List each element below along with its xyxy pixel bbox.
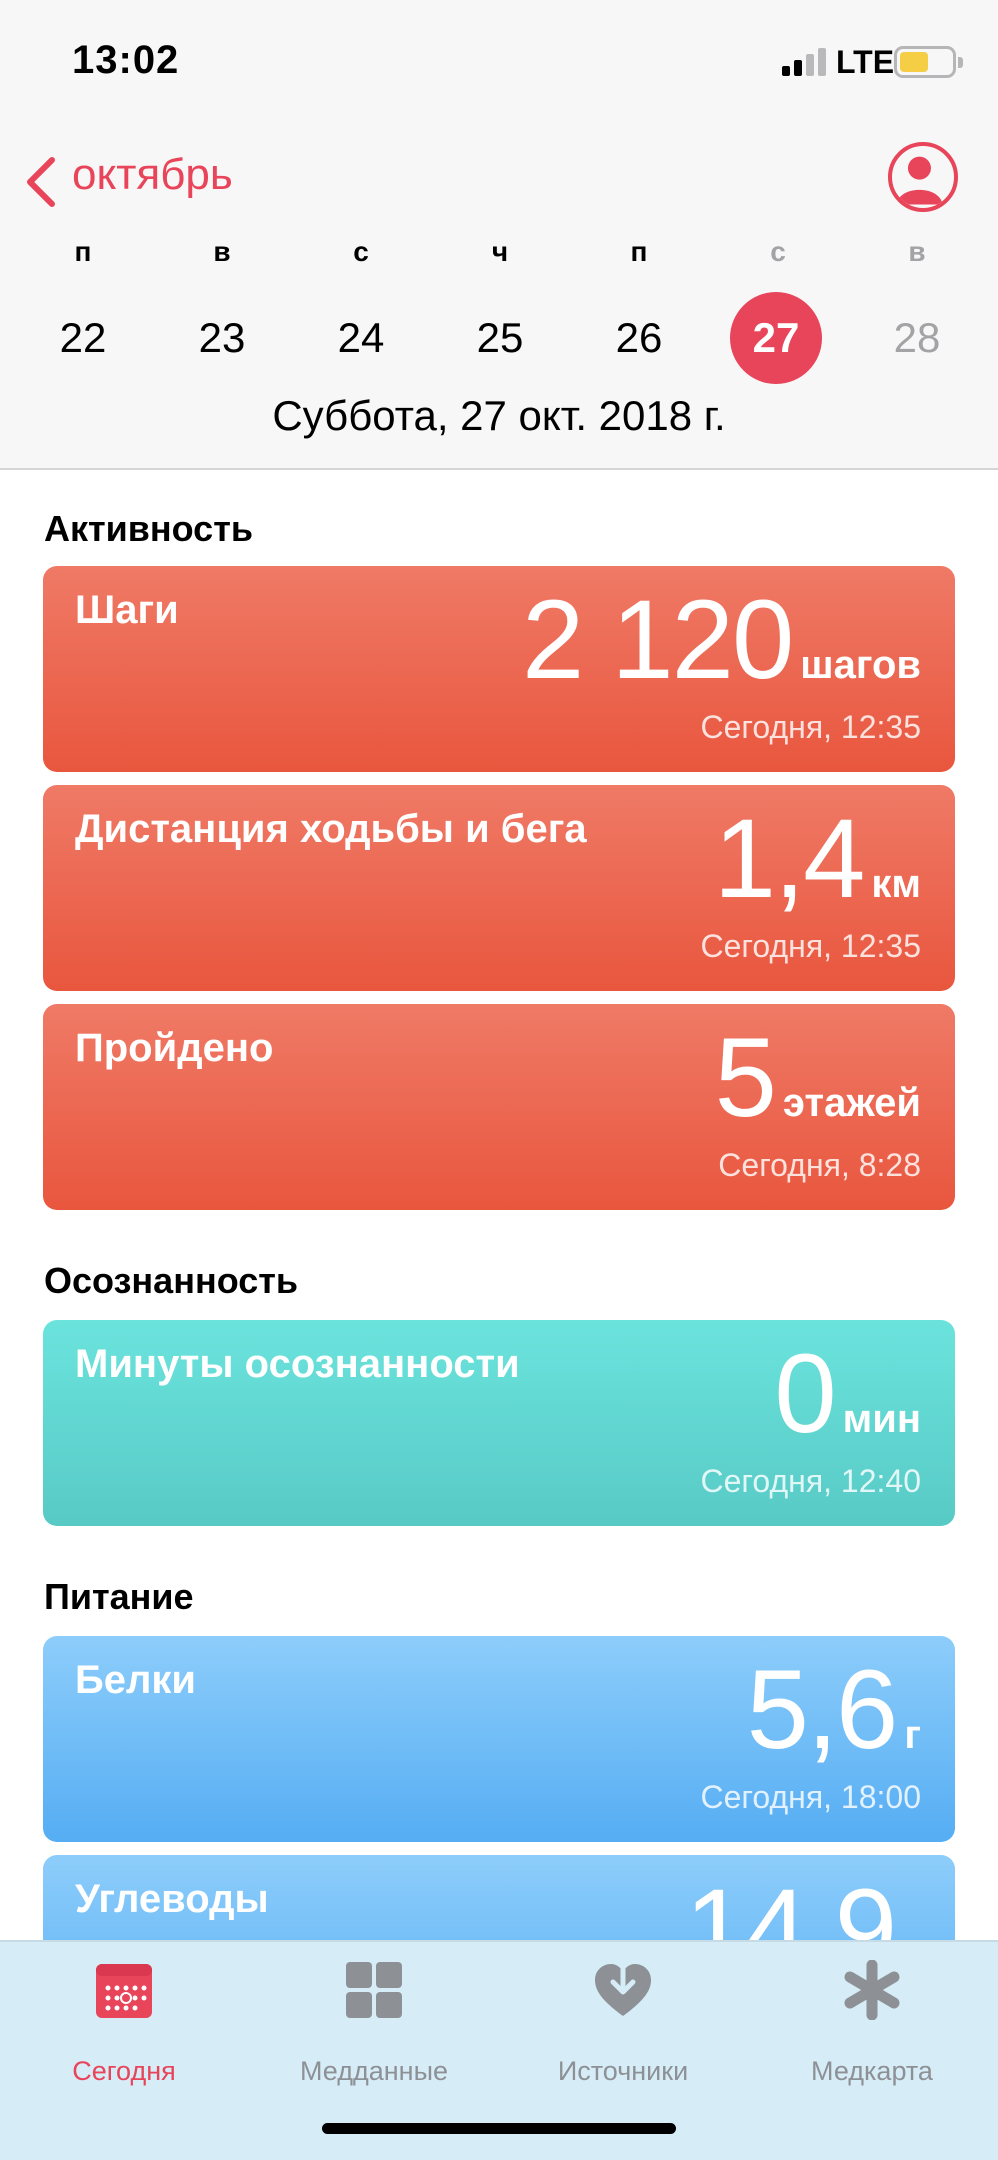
card-label: Минуты осознанности [75,1342,520,1386]
summary-list: Активность Шаги 2 120 шагов Сегодня, 12:3… [0,472,998,1942]
section-title-activity: Активность [44,508,253,549]
weekday-label: с [353,236,369,267]
card-value-unit: г [904,1713,921,1757]
card-label: Дистанция ходьбы и бега [75,807,587,851]
selected-date-label: Суббота, 27 окт. 2018 г. [272,392,726,439]
chevron-left-icon[interactable] [22,154,62,210]
card-timestamp: Сегодня, 12:40 [700,1463,922,1499]
day-27-selected[interactable]: 27 [730,292,822,384]
card-value-number: 5,6 [746,1647,899,1772]
card-timestamp: Сегодня, 12:35 [700,709,922,745]
weekday-label: п [630,236,648,267]
card-value: 5,6 г [747,1650,921,1770]
card-value: 1,4 км [714,799,921,919]
day-22[interactable]: 22 [37,292,129,384]
card-label: Углеводы [75,1877,269,1921]
card-protein[interactable]: Белки 5,6 г Сегодня, 18:00 [43,1636,955,1842]
day-row: 22 23 24 25 26 27 28 [0,292,998,388]
day-26[interactable]: 26 [593,292,685,384]
card-value: 0 мин [774,1334,921,1454]
section-title-mindfulness: Осознанность [44,1260,298,1301]
card-value: 2 120 шагов [522,580,921,700]
card-value-unit: км [871,862,921,906]
card-value: 5 этажей [715,1018,921,1138]
card-value-number: 2 120 [521,577,794,702]
weekday-label: п [74,236,92,267]
card-value-unit: этажей [782,1081,921,1125]
tab-today[interactable]: Сегодня [4,1960,244,2086]
header: 13:02 LTE октябрь п в с ч п с в 22 23 24… [0,0,998,470]
card-timestamp: Сегодня, 12:35 [700,928,922,964]
battery-icon [894,46,963,78]
card-value-number: 1,4 [713,796,866,921]
card-value-unit: мин [842,1397,921,1441]
card-steps[interactable]: Шаги 2 120 шагов Сегодня, 12:35 [43,566,955,772]
nav-bar: октябрь [0,140,998,220]
card-mindful-minutes[interactable]: Минуты осознанности 0 мин Сегодня, 12:40 [43,1320,955,1526]
section-title-nutrition: Питание [44,1576,194,1617]
network-label: LTE [836,44,895,80]
tab-label: Сегодня [72,2056,176,2086]
weekday-label: в [213,236,231,267]
tab-label: Медданные [300,2056,448,2086]
weekday-row: п в с ч п с в [0,236,998,276]
grid-icon [346,1962,402,2018]
signal-icon [782,46,832,76]
card-carbs[interactable]: Углеводы 14,9 [43,1855,955,1942]
calendar-today-icon [96,1964,152,2018]
tab-medical-id[interactable]: Медкарта [752,1960,992,2086]
card-value: 14,9 [685,1866,897,1943]
weekday-label: с [770,236,786,267]
day-24[interactable]: 24 [315,292,407,384]
tab-sources[interactable]: Источники [503,1960,743,2086]
heart-download-icon [595,1960,651,2016]
card-label: Пройдено [75,1026,274,1070]
day-28[interactable]: 28 [871,292,963,384]
card-value-number: 14,9 [685,1866,897,1943]
status-bar: 13:02 LTE [0,0,998,120]
card-label: Белки [75,1658,197,1702]
home-indicator[interactable] [322,2123,676,2134]
weekday-label: ч [491,236,509,267]
card-floors[interactable]: Пройдено 5 этажей Сегодня, 8:28 [43,1004,955,1210]
profile-avatar-icon[interactable] [888,142,958,212]
asterisk-icon [844,1960,900,2020]
card-distance[interactable]: Дистанция ходьбы и бега 1,4 км Сегодня, 1… [43,785,955,991]
card-value-number: 0 [774,1331,836,1456]
card-value-number: 5 [714,1015,777,1140]
day-25[interactable]: 25 [454,292,546,384]
back-button-month[interactable]: октябрь [72,150,233,200]
tab-label: Медкарта [811,2056,933,2086]
card-timestamp: Сегодня, 8:28 [718,1147,921,1183]
status-time: 13:02 [72,38,180,82]
tab-health-data[interactable]: Медданные [254,1960,494,2086]
card-timestamp: Сегодня, 18:00 [700,1779,922,1815]
card-label: Шаги [75,588,179,632]
card-value-unit: шагов [800,643,921,687]
tab-label: Источники [557,2056,689,2086]
weekday-label: в [908,236,926,267]
day-23[interactable]: 23 [176,292,268,384]
